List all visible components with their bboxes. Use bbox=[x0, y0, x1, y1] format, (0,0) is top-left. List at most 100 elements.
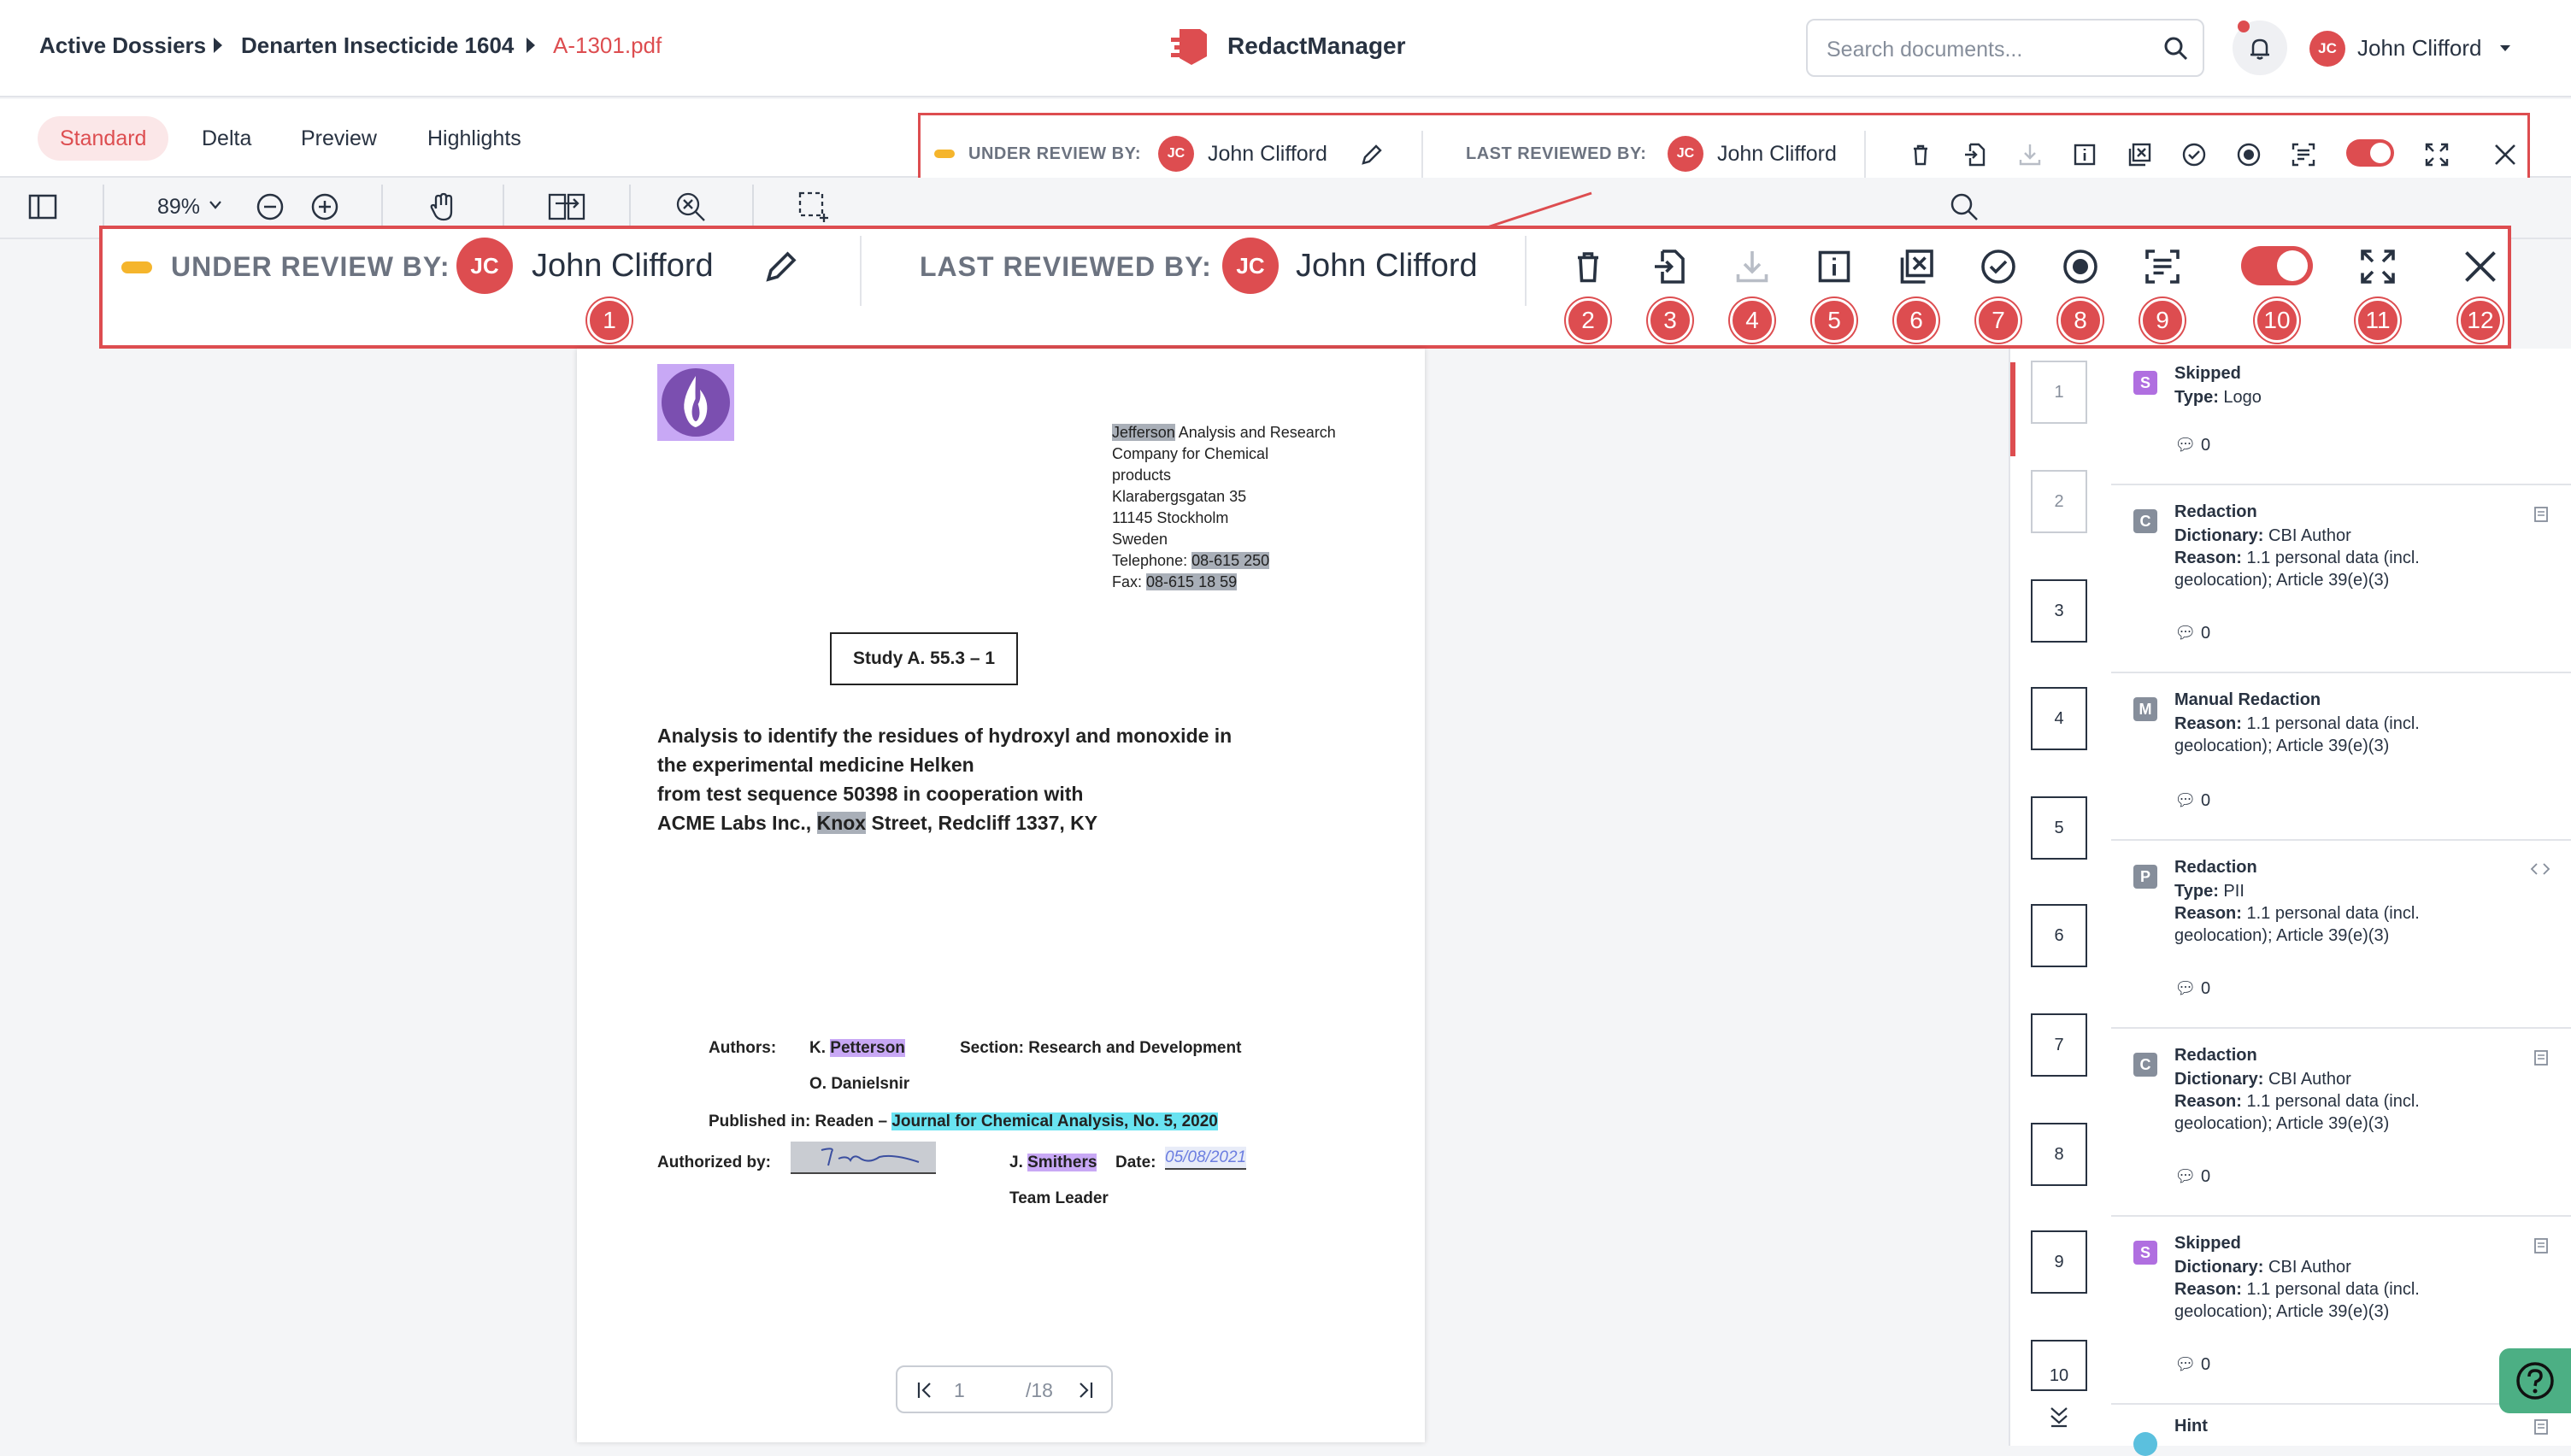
annotation-item[interactable]: P Redaction Type: PII Reason: 1.1 person… bbox=[2111, 842, 2571, 1029]
toggle-switch[interactable] bbox=[2241, 246, 2313, 285]
page-thumbnail[interactable]: 10 bbox=[2031, 1340, 2087, 1391]
tab-highlights[interactable]: Highlights bbox=[405, 116, 544, 161]
delete-icon[interactable] bbox=[1907, 141, 1934, 168]
detail-key: Reason: bbox=[2174, 904, 2247, 923]
caret-down-icon[interactable] bbox=[2499, 44, 2511, 53]
comment-count[interactable]: 💬︎ 0 bbox=[2174, 622, 2210, 643]
zoom-in-icon[interactable] bbox=[309, 191, 340, 222]
exclude-pages-icon[interactable] bbox=[2126, 141, 2153, 168]
comment-count[interactable]: 💬︎ 0 bbox=[2174, 1165, 2210, 1187]
tab-standard[interactable]: Standard bbox=[38, 116, 169, 161]
help-button[interactable] bbox=[2499, 1348, 2571, 1413]
toggle-switch[interactable] bbox=[2346, 139, 2394, 167]
comment-count[interactable]: 💬︎ 0 bbox=[2174, 790, 2210, 811]
highlighted-author[interactable]: Petterson bbox=[830, 1039, 905, 1057]
document-icon[interactable] bbox=[2533, 1237, 2549, 1254]
pdf-page[interactable]: Jefferson Analysis and Research Company … bbox=[577, 349, 1425, 1442]
highlighted-journal[interactable]: Journal for Chemical Analysis, No. 5, 20… bbox=[891, 1113, 1218, 1130]
highlighted-signer[interactable]: Smithers bbox=[1027, 1154, 1097, 1171]
exclude-pages-icon[interactable] bbox=[1896, 246, 1937, 287]
breadcrumb-dossier[interactable]: Denarten Insecticide 1604 bbox=[241, 32, 514, 59]
search-box[interactable] bbox=[1806, 19, 2204, 77]
fullscreen-icon[interactable] bbox=[2357, 246, 2398, 287]
page-thumbnail[interactable]: 9 bbox=[2031, 1230, 2087, 1294]
compare-icon[interactable] bbox=[547, 191, 586, 222]
page-thumbnail[interactable]: 3 bbox=[2031, 579, 2087, 643]
user-avatar[interactable]: JC bbox=[2309, 31, 2345, 67]
annotation-detail: Reason: 1.1 personal data (incl. bbox=[2174, 713, 2533, 735]
approve-check-icon[interactable] bbox=[2180, 141, 2208, 168]
redacted-name[interactable]: Jefferson bbox=[1112, 424, 1175, 441]
zoom-out-icon[interactable] bbox=[255, 191, 285, 222]
document-icon[interactable] bbox=[2533, 1049, 2549, 1066]
pan-hand-icon[interactable] bbox=[427, 190, 460, 224]
comment-count[interactable]: 💬︎ 0 bbox=[2174, 1353, 2210, 1375]
current-page[interactable]: 1 bbox=[954, 1379, 965, 1402]
stop-record-icon[interactable] bbox=[2060, 246, 2101, 287]
annotation-title: Redaction bbox=[2174, 1046, 2257, 1065]
detail-key: Reason: bbox=[2174, 714, 2247, 733]
page-thumbnail[interactable]: 6 bbox=[2031, 904, 2087, 967]
annotation-item[interactable]: C Redaction Dictionary: CBI Author Reaso… bbox=[2111, 487, 2571, 673]
comment-count[interactable]: 💬︎ 0 bbox=[2174, 978, 2210, 999]
section-label: Section: Research and Development bbox=[960, 1039, 1242, 1057]
under-review-label: UNDER REVIEW BY: bbox=[968, 144, 1142, 163]
sidebar-toggle-icon[interactable] bbox=[27, 191, 58, 222]
annotation-item[interactable]: M Manual Redaction Reason: 1.1 personal … bbox=[2111, 675, 2571, 841]
redacted-street[interactable]: Knox bbox=[816, 812, 867, 834]
comment-count[interactable]: 💬︎ 0 bbox=[2174, 434, 2210, 455]
delete-icon[interactable] bbox=[1568, 246, 1609, 287]
title-line: from test sequence 50398 in cooperation … bbox=[657, 783, 1084, 805]
annotation-item[interactable]: C Redaction Dictionary: CBI Author Reaso… bbox=[2111, 1030, 2571, 1217]
redacted-phone[interactable]: 08-615 250 bbox=[1191, 552, 1270, 569]
page-thumbnail[interactable]: 1 bbox=[2031, 361, 2087, 424]
page-thumbnail[interactable]: 7 bbox=[2031, 1013, 2087, 1077]
date-value[interactable]: 05/08/2021 bbox=[1165, 1147, 1247, 1170]
breadcrumb-active-dossiers[interactable]: Active Dossiers bbox=[39, 32, 206, 59]
code-icon[interactable] bbox=[2530, 861, 2550, 877]
document-icon[interactable] bbox=[2533, 1418, 2549, 1435]
ocr-scan-icon[interactable] bbox=[2142, 246, 2183, 287]
info-icon[interactable] bbox=[1814, 246, 1855, 287]
scroll-to-bottom-icon[interactable] bbox=[2048, 1405, 2070, 1429]
zoom-dropdown-icon[interactable] bbox=[209, 200, 222, 210]
edit-pencil-icon[interactable] bbox=[761, 246, 802, 287]
page-thumbnail[interactable]: 8 bbox=[2031, 1123, 2087, 1186]
breadcrumb-file[interactable]: A-1301.pdf bbox=[553, 32, 662, 59]
document-icon[interactable] bbox=[2533, 506, 2549, 523]
search-pdf-icon[interactable] bbox=[1949, 191, 1980, 222]
download-icon[interactable] bbox=[1732, 246, 1773, 287]
area-select-icon[interactable] bbox=[797, 190, 831, 224]
move-document-icon[interactable] bbox=[1650, 246, 1691, 287]
annotation-item[interactable]: Hint bbox=[2111, 1406, 2571, 1456]
detail-value: CBI Author bbox=[2268, 1258, 2351, 1277]
signature-image[interactable] bbox=[791, 1142, 936, 1174]
download-icon[interactable] bbox=[2016, 141, 2044, 168]
stop-record-icon[interactable] bbox=[2235, 141, 2262, 168]
page-thumbnail[interactable]: 4 bbox=[2031, 687, 2087, 750]
search-input[interactable] bbox=[1827, 36, 2151, 63]
user-name[interactable]: John Clifford bbox=[2357, 35, 2482, 62]
redacted-fax[interactable]: 08-615 18 59 bbox=[1146, 573, 1238, 590]
last-page-icon[interactable] bbox=[1077, 1381, 1094, 1400]
fullscreen-icon[interactable] bbox=[2423, 141, 2450, 168]
search-icon[interactable] bbox=[2163, 36, 2189, 62]
edit-pencil-icon[interactable] bbox=[1358, 141, 1386, 168]
close-icon[interactable] bbox=[2460, 246, 2501, 287]
page-thumbnail[interactable]: 5 bbox=[2031, 796, 2087, 860]
info-icon[interactable] bbox=[2071, 141, 2098, 168]
annotation-title: Skipped bbox=[2174, 1234, 2241, 1253]
annotation-item[interactable]: S Skipped Type: Logo 💬︎ 0 bbox=[2111, 349, 2571, 485]
close-icon[interactable] bbox=[2492, 141, 2519, 168]
search-comment-icon[interactable] bbox=[674, 190, 708, 224]
ocr-scan-icon[interactable] bbox=[2290, 141, 2317, 168]
tab-delta[interactable]: Delta bbox=[179, 116, 274, 161]
type-chip: C bbox=[2133, 1053, 2157, 1077]
first-page-icon[interactable] bbox=[916, 1381, 933, 1400]
type-chip: S bbox=[2133, 1241, 2157, 1265]
approve-check-icon[interactable] bbox=[1978, 246, 2019, 287]
move-document-icon[interactable] bbox=[1962, 141, 1989, 168]
page-thumbnail[interactable]: 2 bbox=[2031, 470, 2087, 533]
zoom-level[interactable]: 89% bbox=[157, 195, 200, 220]
tab-preview[interactable]: Preview bbox=[279, 116, 399, 161]
